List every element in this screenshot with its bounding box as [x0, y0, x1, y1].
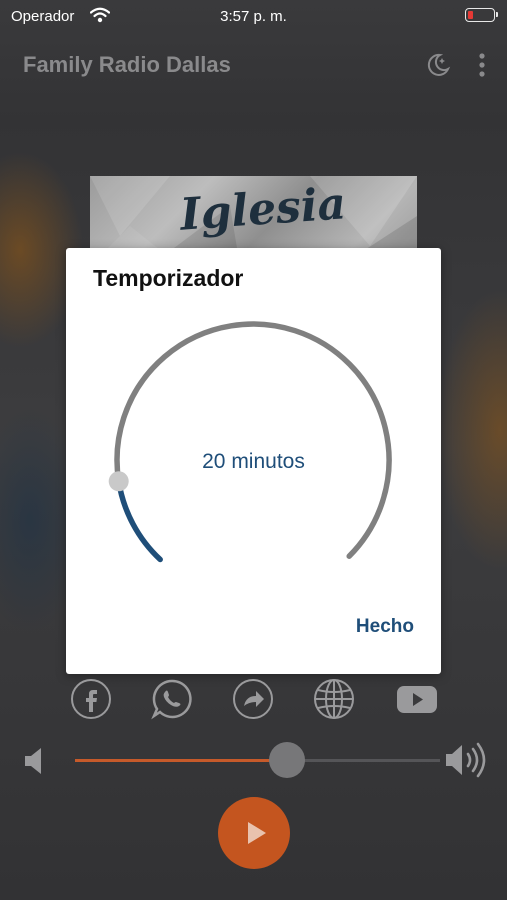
whatsapp-icon[interactable]	[151, 678, 193, 720]
play-button[interactable]	[218, 797, 290, 869]
timer-dialog: Temporizador 20 minutos Hecho	[66, 248, 441, 674]
globe-icon[interactable]	[313, 678, 355, 720]
share-icon[interactable]	[232, 678, 274, 720]
more-options-icon[interactable]	[470, 51, 494, 84]
volume-slider-fill	[75, 759, 287, 762]
volume-high-icon	[444, 741, 492, 784]
play-icon	[248, 822, 266, 849]
done-button[interactable]: Hecho	[356, 616, 414, 638]
battery-level	[468, 11, 473, 19]
dial-track	[114, 321, 392, 559]
dial-progress	[115, 478, 163, 563]
sleep-timer-moon-icon[interactable]	[425, 52, 451, 83]
volume-slider-thumb[interactable]	[268, 742, 305, 778]
youtube-icon[interactable]	[396, 678, 438, 720]
timer-value-label: 20 minutos	[202, 450, 305, 473]
share-buttons-row	[0, 678, 507, 722]
battery-icon	[465, 8, 498, 22]
dial-knob[interactable]	[108, 471, 129, 492]
facebook-icon[interactable]	[70, 678, 112, 720]
app-title: Family Radio Dallas	[23, 52, 231, 77]
status-bar: Operador 3:57 p. m.	[0, 0, 507, 32]
volume-low-icon	[23, 745, 49, 782]
clock: 3:57 p. m.	[220, 8, 287, 25]
